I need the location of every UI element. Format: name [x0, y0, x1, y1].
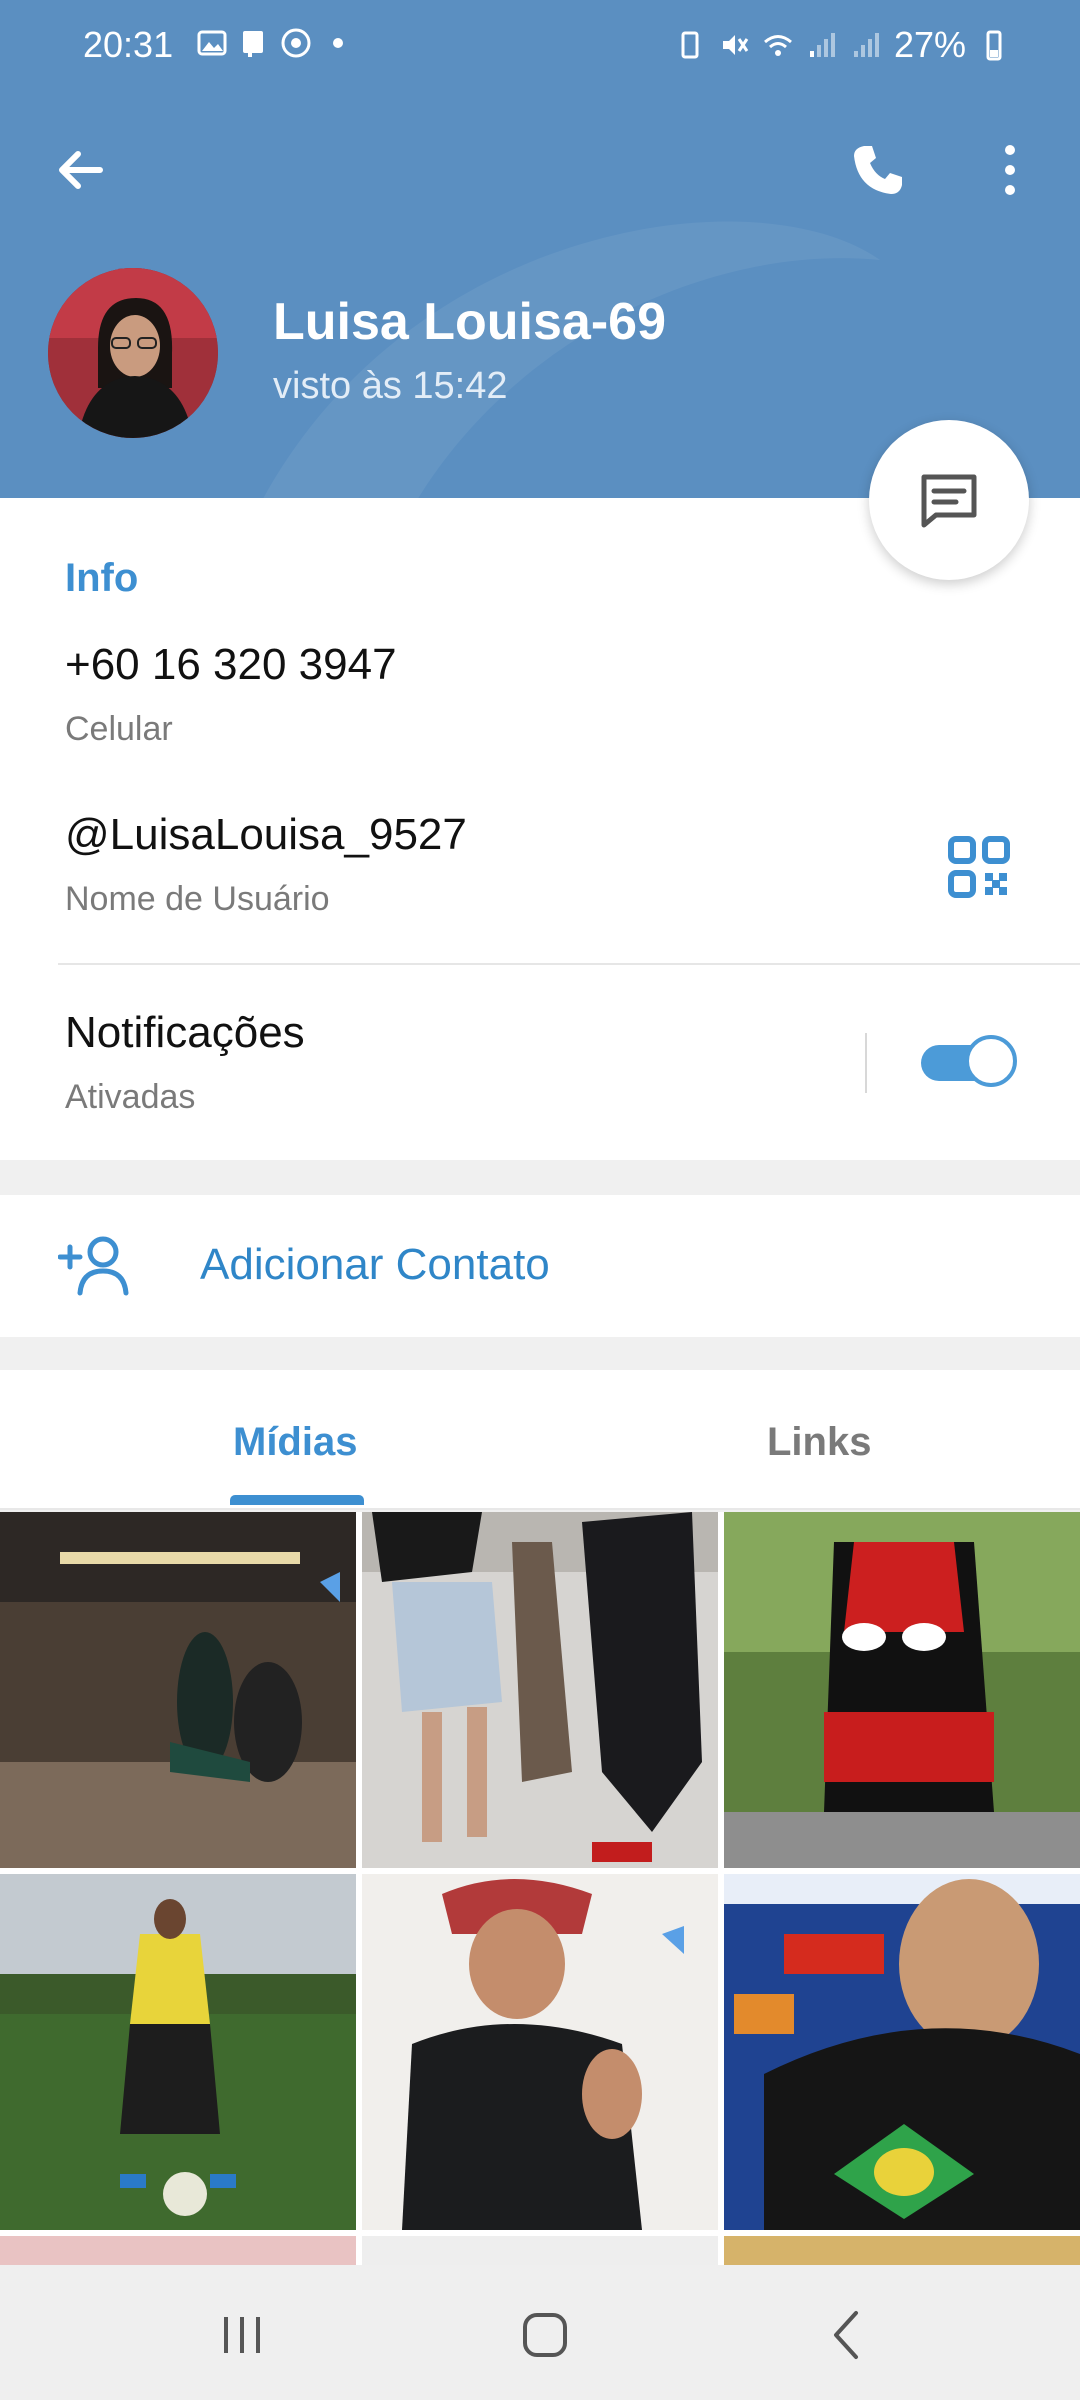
app-bar [0, 120, 1080, 220]
media-thumb-7[interactable] [0, 2236, 356, 2267]
battery-icon [986, 30, 1002, 61]
back-arrow-icon[interactable] [50, 140, 110, 200]
phone-label: Celular [65, 710, 173, 748]
wifi-icon [763, 35, 792, 56]
media-thumb-5[interactable] [362, 1874, 718, 2230]
media-grid [0, 1512, 1080, 2267]
tab-media[interactable]: Mídias [233, 1420, 357, 1465]
message-icon [921, 474, 977, 528]
gallery-notification-icon [197, 30, 227, 56]
media-tabs: Mídias Links [0, 1370, 1080, 1510]
info-card: Info +60 16 320 3947 Celular @LuisaLouis… [0, 498, 1080, 1160]
qr-code-icon[interactable] [948, 836, 1010, 898]
media-thumb-9[interactable] [724, 2236, 1080, 2267]
notifications-title: Notificações [65, 1008, 305, 1057]
media-thumb-1[interactable] [0, 1512, 356, 1868]
avatar[interactable] [48, 268, 218, 438]
sim-card-notification-icon [243, 31, 263, 57]
username-label: Nome de Usuário [65, 880, 330, 918]
info-section-title: Info [65, 556, 139, 600]
home-icon[interactable] [515, 2305, 575, 2365]
phone-number[interactable]: +60 16 320 3947 [65, 640, 397, 690]
message-button[interactable] [869, 420, 1029, 580]
avatar-image [48, 268, 218, 438]
notifications-state: Ativadas [65, 1078, 196, 1116]
media-thumb-6[interactable] [724, 1874, 1080, 2230]
signal-2-icon [853, 33, 879, 57]
divider [58, 963, 1080, 965]
profile-header: 20:31 27% Luisa Louisa-69 visto às 15:42 [0, 0, 1080, 498]
media-thumb-4[interactable] [0, 1874, 356, 2230]
mute-icon [722, 35, 749, 55]
signal-icon [809, 33, 835, 57]
add-contact-row[interactable]: Adicionar Contato [0, 1195, 1080, 1337]
dot-notification-icon [333, 38, 343, 48]
back-nav-icon[interactable] [818, 2305, 878, 2365]
chrome-notification-icon [281, 28, 311, 58]
add-person-icon [58, 1236, 129, 1296]
notifications-toggle[interactable] [921, 1033, 1017, 1093]
media-thumb-8[interactable] [362, 2236, 718, 2267]
battery-percent: 27% [893, 24, 966, 65]
contact-name: Luisa Louisa-69 [273, 293, 666, 351]
more-vertical-icon[interactable] [990, 140, 1030, 200]
last-seen: visto às 15:42 [273, 365, 508, 407]
vertical-divider [865, 1033, 867, 1093]
media-thumb-2[interactable] [362, 1512, 718, 1868]
active-tab-indicator [230, 1495, 364, 1505]
status-time: 20:31 [83, 24, 174, 65]
system-navigation-bar [0, 2265, 1080, 2400]
phone-icon[interactable] [848, 140, 908, 200]
battery-saver-icon [681, 31, 699, 59]
recent-apps-icon[interactable] [212, 2305, 272, 2365]
add-contact-label: Adicionar Contato [200, 1240, 550, 1289]
media-thumb-3[interactable] [724, 1512, 1080, 1868]
tab-links[interactable]: Links [767, 1420, 871, 1465]
username[interactable]: @LuisaLouisa_9527 [65, 810, 467, 860]
status-bar: 20:31 27% [0, 0, 1080, 92]
